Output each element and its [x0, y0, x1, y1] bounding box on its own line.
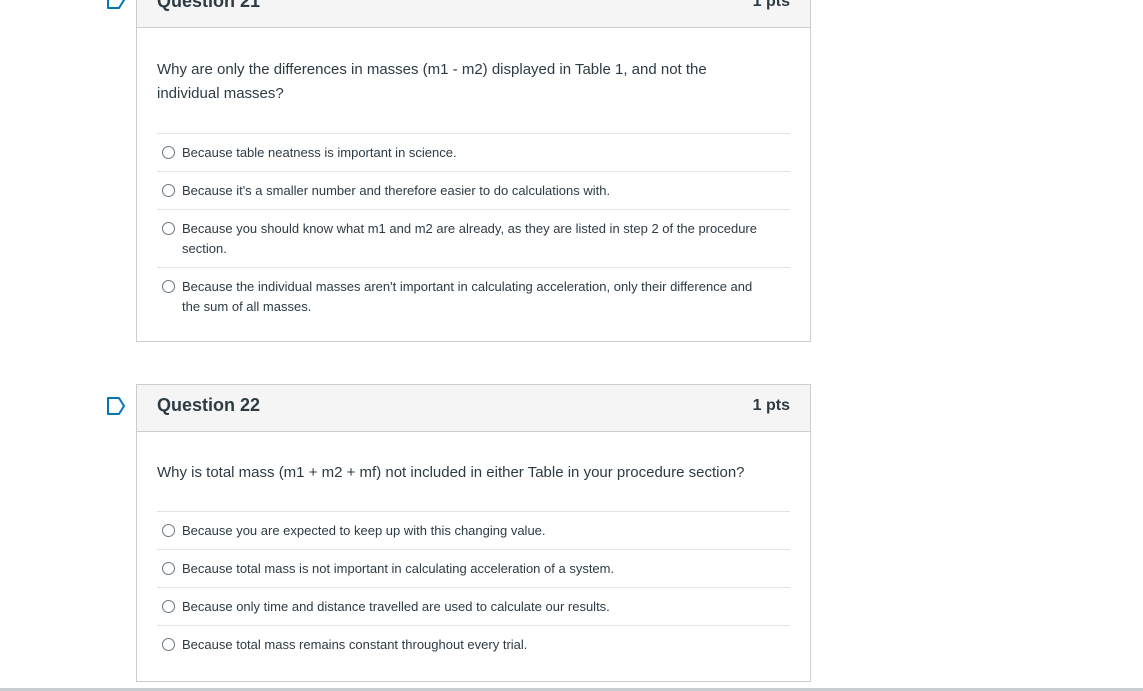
answer-option[interactable]: Because you are expected to keep up with…: [157, 512, 790, 550]
answer-label: Because it's a smaller number and theref…: [182, 183, 611, 198]
radio-button-icon[interactable]: [162, 524, 175, 537]
answer-list: Because table neatness is important in s…: [157, 133, 790, 325]
question-points: 1 pts: [752, 0, 790, 10]
question-card: Question 21 1 pts Why are only the diffe…: [136, 0, 811, 342]
question-header: Question 22 1 pts: [137, 385, 810, 432]
question-text: Why is total mass (m1 + m2 + mf) not inc…: [157, 464, 745, 481]
answer-label: Because only time and distance travelled…: [182, 599, 610, 614]
question-text: Why are only the differences in masses (…: [157, 61, 707, 102]
radio-button-icon[interactable]: [162, 222, 175, 235]
question-card: Question 22 1 pts Why is total mass (m1 …: [136, 384, 811, 682]
radio-button-icon[interactable]: [162, 280, 175, 293]
radio-button-icon[interactable]: [162, 146, 175, 159]
question-body: Why is total mass (m1 + m2 + mf) not inc…: [137, 432, 810, 663]
answer-option[interactable]: Because table neatness is important in s…: [157, 134, 790, 172]
answer-label: Because you are expected to keep up with…: [182, 523, 546, 538]
question-title: Question 21: [157, 0, 261, 11]
answer-label: Because the individual masses aren't imp…: [182, 279, 753, 314]
answer-label: Because total mass is not important in c…: [182, 561, 615, 576]
question-title: Question 22: [157, 395, 261, 415]
question-body: Why are only the differences in masses (…: [137, 28, 810, 325]
radio-button-icon[interactable]: [162, 562, 175, 575]
answer-label: Because total mass remains constant thro…: [182, 637, 528, 652]
question-header: Question 21 1 pts: [137, 0, 810, 28]
flag-question-icon[interactable]: [106, 0, 126, 9]
answer-option[interactable]: Because total mass remains constant thro…: [157, 626, 790, 663]
quiz-page: Question 21 1 pts Why are only the diffe…: [0, 0, 1143, 691]
answer-option[interactable]: Because it's a smaller number and theref…: [157, 172, 790, 210]
answer-label: Because table neatness is important in s…: [182, 145, 457, 160]
answer-list: Because you are expected to keep up with…: [157, 511, 790, 663]
answer-option[interactable]: Because total mass is not important in c…: [157, 550, 790, 588]
answer-option[interactable]: Because you should know what m1 and m2 a…: [157, 210, 790, 268]
radio-button-icon[interactable]: [162, 600, 175, 613]
answer-label: Because you should know what m1 and m2 a…: [182, 221, 757, 256]
question-points: 1 pts: [752, 397, 790, 414]
flag-question-icon[interactable]: [106, 397, 126, 415]
radio-button-icon[interactable]: [162, 184, 175, 197]
answer-option[interactable]: Because the individual masses aren't imp…: [157, 268, 790, 325]
radio-button-icon[interactable]: [162, 638, 175, 651]
answer-option[interactable]: Because only time and distance travelled…: [157, 588, 790, 626]
